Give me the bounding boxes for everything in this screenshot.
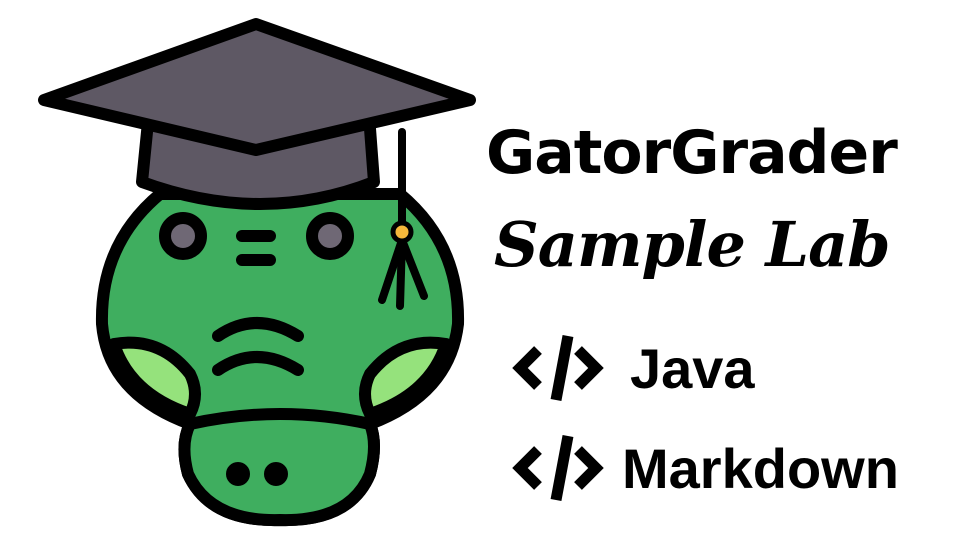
right-eye — [306, 212, 354, 260]
left-eye — [159, 212, 207, 260]
code-icon — [512, 434, 604, 502]
app-title: GatorGrader — [486, 118, 898, 188]
language-label: Markdown — [622, 436, 899, 500]
code-icon — [512, 334, 604, 402]
language-markdown: Markdown — [508, 428, 899, 508]
language-label: Java — [630, 336, 755, 400]
lab-subtitle: Sample Lab — [494, 208, 891, 281]
mortarboard — [38, 18, 476, 156]
language-java: Java — [508, 328, 755, 408]
left-nostril — [226, 462, 250, 486]
right-nostril — [264, 462, 288, 486]
tassel-bead — [390, 220, 414, 244]
gator-graduate-logo — [38, 18, 476, 527]
